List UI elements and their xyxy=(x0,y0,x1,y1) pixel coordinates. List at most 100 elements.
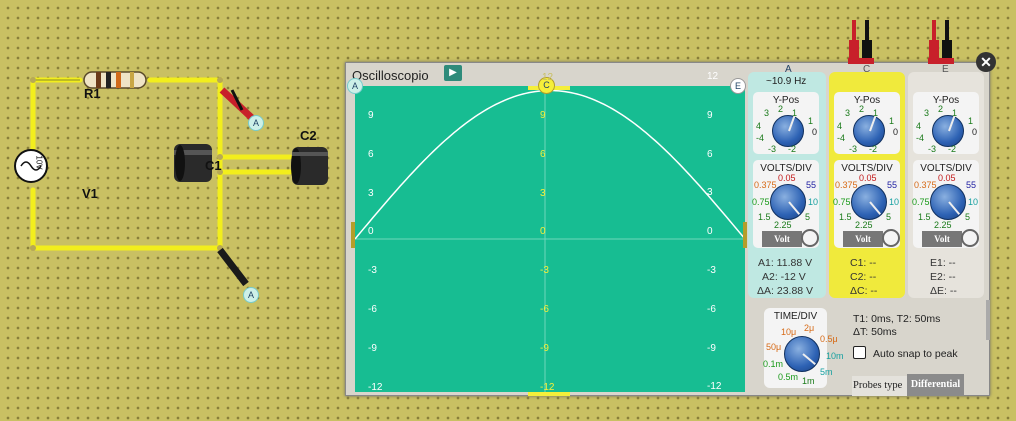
a-ypos-scale: -3 xyxy=(768,144,777,154)
timediv-label: 10m xyxy=(826,351,844,361)
e-volts-scale: 5 xyxy=(965,212,971,222)
center-top-tick: 12 xyxy=(542,72,554,83)
c-volts-scale: 10 xyxy=(889,197,900,207)
channel-c-m3: ΔC: -- xyxy=(850,285,878,297)
c-volts-scale: 1.5 xyxy=(839,212,852,222)
capacitor-c2 xyxy=(291,147,328,185)
a-ypos-scale: 2 xyxy=(778,104,784,114)
scrollbar[interactable] xyxy=(986,300,990,340)
cursor-e-badge[interactable]: E xyxy=(730,78,746,94)
e-ypos-knob[interactable] xyxy=(932,115,964,147)
a-ypos-scale: -4 xyxy=(756,133,765,143)
timediv-title: TIME/DIV xyxy=(773,311,818,322)
wire-left-bottom xyxy=(30,187,223,251)
source-voltage-text: 10V xyxy=(34,155,44,170)
a-ypos-title: Y-Pos xyxy=(772,95,800,106)
probes-type-button[interactable]: Differential xyxy=(907,374,964,396)
a-volts-scale: 2.25 xyxy=(774,220,792,230)
probes-type-label: Probes type xyxy=(853,380,903,391)
v1-label: V1 xyxy=(82,186,98,201)
y-tick-label: 0 xyxy=(540,226,546,238)
e-volts-scale: 10 xyxy=(968,197,979,207)
close-icon[interactable]: ✕ xyxy=(976,52,996,72)
a-volt-button[interactable]: Volt xyxy=(762,231,802,247)
y-tick-label: -9 xyxy=(540,342,549,354)
a-ypos-scale: -2 xyxy=(788,144,797,154)
a-ypos-scale: 4 xyxy=(756,121,762,131)
timediv-label: 2μ xyxy=(804,323,815,333)
c-ypos-knob[interactable] xyxy=(853,115,885,147)
e-volts-scale: 0.375 xyxy=(914,180,937,190)
a-volts-scale: 1.5 xyxy=(758,212,771,222)
c-probe-icon[interactable] xyxy=(882,229,900,247)
c2-label: C2 xyxy=(300,128,317,143)
a-ypos-knob[interactable] xyxy=(772,115,804,147)
timediv-knob[interactable] xyxy=(784,336,820,372)
probe-a-black xyxy=(217,247,249,287)
left-marker[interactable] xyxy=(351,222,355,248)
y-tick-label: 3 xyxy=(540,187,546,199)
c-ypos-scale: -4 xyxy=(837,133,846,143)
channel-e-m2: E2: -- xyxy=(930,271,956,283)
probe-a-bottom-badge[interactable]: A xyxy=(243,287,259,303)
c1-label: C1 xyxy=(205,158,222,173)
y-tick-label: 3 xyxy=(707,187,713,199)
e-volts-scale: 2.25 xyxy=(934,220,952,230)
probe-a-top-badge[interactable]: A xyxy=(248,115,264,131)
connector-e xyxy=(928,20,954,64)
bottom-cursor-bar[interactable] xyxy=(528,392,570,396)
c-volts-scale: 2.25 xyxy=(855,220,873,230)
e-ypos-scale: 1 xyxy=(952,108,958,118)
timediv-label: 0.5μ xyxy=(820,334,838,344)
waveform-trace xyxy=(355,89,745,240)
y-tick-label: 6 xyxy=(540,148,546,160)
timing-t-line: T1: 0ms, T2: 50ms xyxy=(853,313,941,325)
circuit-schematic xyxy=(14,71,328,287)
right-marker[interactable] xyxy=(743,222,747,248)
c-ypos-scale: 1 xyxy=(889,116,895,126)
y-tick-label: -3 xyxy=(707,265,716,276)
y-tick-label: -9 xyxy=(707,342,716,354)
channel-a-m3: ΔA: 23.88 V xyxy=(757,285,814,297)
e-ypos-scale: -2 xyxy=(948,144,957,154)
auto-snap-checkbox[interactable] xyxy=(853,346,866,359)
e-volt-button[interactable]: Volt xyxy=(922,231,962,247)
a-probe-icon[interactable] xyxy=(801,229,819,247)
a-volts-scale: 0.375 xyxy=(754,180,777,190)
auto-snap-label: Auto snap to peak xyxy=(873,348,958,360)
y-tick-label: -6 xyxy=(368,304,377,315)
a-ypos-scale: 1 xyxy=(792,108,798,118)
c-ypos-scale: -3 xyxy=(849,144,858,154)
cursor-a-badge[interactable]: A xyxy=(347,78,363,94)
play-button[interactable]: ▶ xyxy=(444,65,462,81)
channel-c-m1: C1: -- xyxy=(850,257,877,269)
c-volts-scale: 5 xyxy=(886,212,892,222)
probe-a-red xyxy=(219,87,255,121)
e-ypos-scale: 1 xyxy=(968,116,974,126)
c-ypos-scale: 3 xyxy=(845,108,851,118)
e-ypos-scale: -3 xyxy=(928,144,937,154)
r1-label: R1 xyxy=(84,86,101,101)
c-ypos-scale: 4 xyxy=(837,121,843,131)
connector-c xyxy=(848,20,874,64)
e-ypos-scale: -4 xyxy=(916,133,925,143)
e-volts-scale: 0.05 xyxy=(938,173,956,183)
a-volts-scale: 0.75 xyxy=(752,197,770,207)
y-tick-label: -12 xyxy=(540,381,555,393)
e-ypos-scale: 2 xyxy=(938,104,944,114)
c-volt-button[interactable]: Volt xyxy=(843,231,883,247)
timediv-label: 50μ xyxy=(766,342,782,352)
y-tick-label: -12 xyxy=(368,381,383,393)
e-probe-icon[interactable] xyxy=(961,229,979,247)
y-tick-label: 3 xyxy=(368,187,374,199)
y-tick-label: -3 xyxy=(540,265,549,277)
y-tick-label: -6 xyxy=(707,303,716,315)
a-volts-scale: 5 xyxy=(805,212,811,222)
a-ypos-scale: 0 xyxy=(812,127,818,137)
a-ypos-scale: 1 xyxy=(808,116,814,126)
y-tick-label: -3 xyxy=(368,265,377,277)
channel-a-tag: A xyxy=(785,64,792,75)
a-volts-scale: 55 xyxy=(806,180,817,190)
c-ypos-scale: 1 xyxy=(873,108,879,118)
c-volts-scale: 0.75 xyxy=(833,197,851,207)
